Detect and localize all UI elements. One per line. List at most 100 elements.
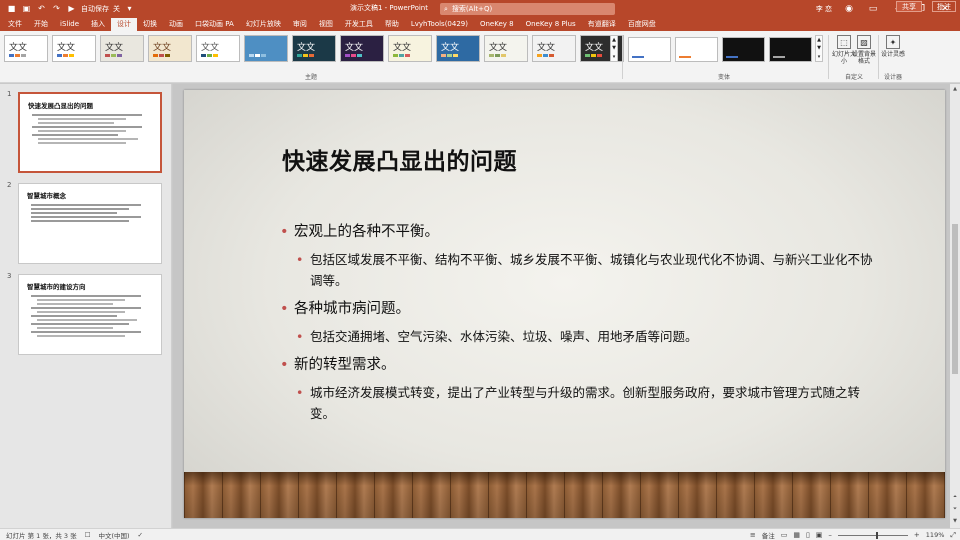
variant-option[interactable]	[675, 37, 718, 62]
scroll-up-icon[interactable]: ▲	[612, 37, 616, 43]
variant-accent	[773, 56, 785, 58]
zoom-level[interactable]: 119%	[926, 531, 945, 539]
theme-option[interactable]: 文文	[436, 35, 480, 62]
color-swatch	[213, 54, 218, 57]
normal-view-icon[interactable]: ▭	[781, 531, 788, 539]
reading-view-icon[interactable]: ▯	[806, 531, 810, 539]
theme-option[interactable]: 文文	[388, 35, 432, 62]
variant-option[interactable]	[769, 37, 812, 62]
language-indicator[interactable]: 中文(中国)	[90, 530, 129, 540]
variant-option[interactable]	[722, 37, 765, 62]
tab-2[interactable]: iSlide	[54, 18, 85, 31]
prev-slide-icon[interactable]: ⏶	[951, 494, 959, 500]
more-icon[interactable]: ▾	[818, 54, 821, 60]
accessibility-icon[interactable]: ✓	[130, 531, 143, 539]
tab-3[interactable]: 插入	[85, 18, 111, 31]
zoom-out-icon[interactable]: –	[828, 531, 832, 539]
slide-thumbnail[interactable]: 智慧城市的建设方向	[18, 274, 162, 355]
color-swatch	[357, 54, 362, 57]
search-input[interactable]: ⌕ 搜索(Alt+Q)	[440, 3, 615, 15]
design-ideas-button[interactable]: ✦ 设计灵感	[880, 35, 906, 58]
slide-thumbnail[interactable]: 智慧城市概念	[18, 183, 162, 264]
theme-option[interactable]: 文文	[532, 35, 576, 62]
autosave-toggle[interactable]: 关	[113, 4, 120, 14]
tab-17[interactable]: 百度网盘	[622, 18, 662, 31]
tab-6[interactable]: 动画	[163, 18, 189, 31]
bullet-level-2[interactable]: 城市经济发展模式转变，提出了产业转型与升级的需求。创新型服务政府，要求城市管理方…	[280, 382, 880, 424]
slide-thumbnail-pane[interactable]: 1 快速发展凸显出的问题 2 智慧城市概念 3 智慧城市的建设方向	[0, 84, 172, 528]
tab-16[interactable]: 有道翻译	[582, 18, 622, 31]
tab-5[interactable]: 切换	[137, 18, 163, 31]
undo-icon[interactable]: ↶	[36, 3, 47, 14]
tab-4[interactable]: 设计	[111, 18, 138, 31]
bullet-level-1[interactable]: 新的转型需求。	[280, 355, 880, 375]
slide-thumbnail[interactable]: 快速发展凸显出的问题	[18, 92, 162, 173]
share-button[interactable]: 共享	[896, 1, 922, 12]
theme-option[interactable]: 文文	[100, 35, 144, 62]
zoom-in-icon[interactable]: +	[914, 531, 920, 539]
tab-7[interactable]: 口袋动画 PA	[189, 18, 240, 31]
bullet-level-2[interactable]: 包括区域发展不平衡、结构不平衡、城乡发展不平衡、城镇化与农业现代化不协调、与新兴…	[280, 249, 880, 291]
search-icon: ⌕	[444, 4, 448, 13]
theme-option-label: 文文	[537, 43, 556, 53]
account-avatar-icon[interactable]: ◉	[842, 4, 856, 14]
ribbon-display-options-icon[interactable]: ▭	[866, 4, 880, 14]
bullet-level-2[interactable]: 包括交通拥堵、空气污染、水体污染、垃圾、噪声、用地矛盾等问题。	[280, 326, 880, 347]
thumbnail-text-line	[31, 220, 129, 222]
variant-option[interactable]	[628, 37, 671, 62]
variants-group-label: 变体	[718, 74, 731, 81]
theme-option[interactable]: 文文	[4, 35, 48, 62]
scroll-down-arrow-icon[interactable]: ▼	[951, 518, 959, 524]
thumbnail-text-line	[31, 216, 141, 218]
bullet-level-1[interactable]: 各种城市病问题。	[280, 299, 880, 319]
fit-to-window-icon[interactable]: ⤢	[950, 531, 956, 540]
theme-gallery-scroll[interactable]: ▲ ▼ ▾	[610, 35, 618, 62]
redo-icon[interactable]: ↷	[51, 3, 62, 14]
current-slide[interactable]: 快速发展凸显出的问题 宏观上的各种不平衡。包括区域发展不平衡、结构不平衡、城乡发…	[184, 90, 945, 518]
tab-0[interactable]: 文件	[2, 18, 28, 31]
spellcheck-icon[interactable]: ☐	[77, 531, 91, 539]
tab-8[interactable]: 幻灯片放映	[240, 18, 287, 31]
scroll-down-icon[interactable]: ▼	[817, 45, 821, 51]
theme-option[interactable]: 文文	[148, 35, 192, 62]
theme-option[interactable]: 文文	[340, 35, 384, 62]
tab-1[interactable]: 开始	[28, 18, 54, 31]
tab-11[interactable]: 开发工具	[339, 18, 379, 31]
slide-sorter-icon[interactable]: ▦	[793, 531, 800, 539]
tab-15[interactable]: OneKey 8 Plus	[520, 18, 582, 31]
scroll-up-arrow-icon[interactable]: ▲	[951, 86, 959, 92]
format-background-label: 设置背景格式	[851, 51, 876, 65]
save-icon[interactable]: ▣	[21, 3, 32, 14]
theme-option[interactable]	[244, 35, 288, 62]
slide-title[interactable]: 快速发展凸显出的问题	[282, 142, 517, 176]
format-background-button[interactable]: ▨ 设置背景格式	[851, 35, 877, 65]
next-slide-icon[interactable]: ⏷	[951, 506, 959, 512]
bullet-level-1[interactable]: 宏观上的各种不平衡。	[280, 222, 880, 242]
more-icon[interactable]: ▾	[613, 54, 616, 60]
theme-option[interactable]: 文文	[52, 35, 96, 62]
slide-body-placeholder[interactable]: 宏观上的各种不平衡。包括区域发展不平衡、结构不平衡、城乡发展不平衡、城镇化与农业…	[280, 222, 880, 432]
variant-gallery-scroll[interactable]: ▲ ▼ ▾	[815, 35, 823, 62]
slideshow-icon[interactable]: ▣	[816, 531, 823, 539]
notes-button[interactable]: 备注	[762, 530, 775, 540]
tab-9[interactable]: 审阅	[287, 18, 313, 31]
tab-14[interactable]: OneKey 8	[474, 18, 520, 31]
scroll-up-icon[interactable]: ▲	[817, 37, 821, 43]
tab-10[interactable]: 视图	[313, 18, 339, 31]
customize-qat-icon[interactable]: ▾	[124, 3, 135, 14]
tab-13[interactable]: LvyhTools(0429)	[405, 18, 474, 31]
scroll-down-icon[interactable]: ▼	[612, 45, 616, 51]
slide-editing-area[interactable]: 快速发展凸显出的问题 宏观上的各种不平衡。包括区域发展不平衡、结构不平衡、城乡发…	[173, 84, 950, 528]
user-name[interactable]: 李 恋	[816, 4, 832, 14]
start-from-beginning-icon[interactable]: ▶	[66, 3, 77, 14]
theme-option-label: 文文	[345, 43, 364, 53]
theme-option[interactable]: 文文	[196, 35, 240, 62]
zoom-slider[interactable]	[837, 531, 908, 539]
tab-12[interactable]: 帮助	[379, 18, 405, 31]
vertical-scrollbar[interactable]: ▲ ⏶ ⏷ ▼	[950, 84, 960, 528]
theme-option[interactable]: 文文	[484, 35, 528, 62]
comments-button[interactable]: 批注	[932, 1, 956, 12]
theme-color-swatches	[9, 54, 26, 57]
scrollbar-thumb[interactable]	[952, 224, 958, 374]
theme-option[interactable]: 文文	[292, 35, 336, 62]
